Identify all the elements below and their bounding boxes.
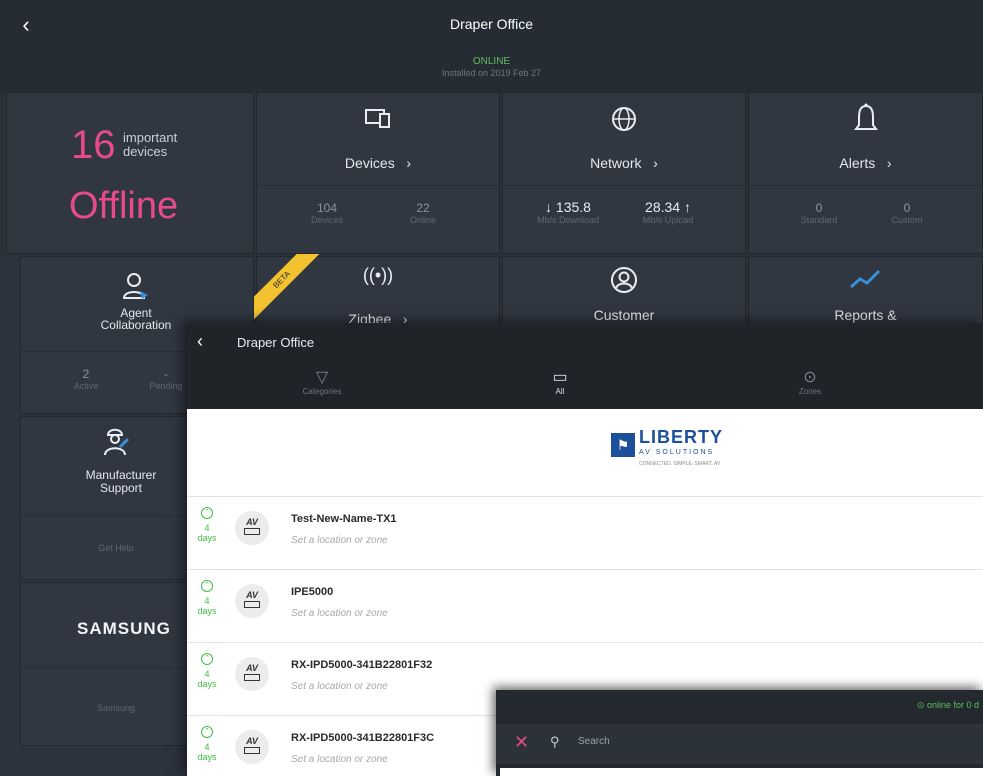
agent-pending: - Pending [149, 367, 183, 391]
av-device-icon: AV [235, 584, 269, 618]
device-name: Test-New-Name-TX1 [291, 513, 397, 525]
alerts-label: Alerts › [839, 155, 892, 171]
tab-all[interactable]: ▭ All [515, 367, 605, 396]
search-bar[interactable]: ✕ ⚲ Search [496, 724, 983, 764]
device-name: RX-IPD5000-341B22801F32 [291, 659, 433, 671]
samsung-tile[interactable]: SAMSUNG Samsung [20, 582, 190, 746]
uptime-badge: ⌃ 4 days [197, 726, 217, 762]
online-icon: ⌃ [201, 507, 213, 519]
liberty-logo: ⚑ LIBERTY AV SOLUTIONS [611, 428, 723, 461]
tab-zones[interactable]: ⊙ Zones [765, 367, 855, 396]
network-download: ↓ 135.8 Mb/s Download [536, 199, 600, 225]
search-panel: ⊙ online for 0 d ✕ ⚲ Search [496, 690, 983, 776]
search-icon: ⚲ [550, 734, 560, 749]
search-results-area [500, 768, 983, 776]
page-title: Draper Office [450, 16, 533, 32]
network-tile[interactable]: Network › ↓ 135.8 Mb/s Download 28.34 ↑ Mb… [502, 92, 746, 254]
offline-state: Offline [69, 185, 179, 227]
offline-summary-tile[interactable]: 16 important devices Offline [6, 92, 254, 254]
offline-count-label: important devices [123, 131, 177, 159]
technician-icon [91, 425, 141, 464]
uptime-badge: ⌃ 4 days [197, 507, 217, 543]
tab-categories[interactable]: ▽ Categories [277, 367, 367, 396]
bell-icon [749, 103, 982, 142]
agent-icon [101, 271, 171, 308]
av-device-icon: AV [235, 511, 269, 545]
panel-back-button[interactable]: ‹ [197, 331, 203, 352]
device-panel-header: ‹ Draper Office ▽ Categories ▭ All ⊙ Zones [187, 323, 983, 409]
devices-label: Devices › [344, 155, 412, 171]
uptime-badge: ⌃ 4 days [197, 653, 217, 689]
list-item[interactable]: ⌃ 4 days AV Test-New-Name-TX1 Set a locati… [187, 497, 983, 570]
network-label: Network › [590, 155, 658, 171]
devices-total: 104 Devices [310, 201, 343, 225]
reports-label: Reports & [834, 307, 897, 323]
count-label-line1: important [123, 130, 178, 145]
online-icon: ⌃ [201, 653, 213, 665]
installed-date: Installed on 2019 Feb 27 [441, 68, 542, 78]
brand-banner: ⚑ LIBERTY AV SOLUTIONS CONNECTED. SIMPLE.… [187, 409, 983, 497]
brand-tagline: CONNECTED. SIMPLE. SMART. AV [639, 461, 721, 467]
panel-title: Draper Office [237, 335, 315, 350]
zone-icon: ⊙ [803, 369, 817, 386]
samsung-logo: SAMSUNG [77, 619, 171, 638]
online-icon: ⌃ [201, 726, 213, 738]
close-icon[interactable]: ✕ [514, 732, 529, 753]
network-upload: 28.34 ↑ Mb/s Upload [642, 199, 694, 225]
device-location[interactable]: Set a location or zone [291, 535, 388, 546]
offline-count: 16 [71, 123, 116, 167]
manufacturer-label: Manufacturer Support [85, 468, 157, 495]
chart-icon [749, 267, 982, 298]
search-input[interactable]: Search [578, 736, 610, 747]
filter-icon: ▽ [315, 369, 329, 386]
device-name: IPE5000 [291, 586, 334, 598]
device-location[interactable]: Set a location or zone [291, 608, 388, 619]
agent-active: 2 Active [73, 367, 99, 391]
uptime-badge: ⌃ 4 days [197, 580, 217, 616]
top-bar: ‹ Draper Office ONLINE Installed on 2019… [0, 0, 983, 92]
customer-tile[interactable]: Customer [502, 256, 746, 326]
customer-label: Customer [593, 307, 655, 323]
count-label-line2: devices [123, 144, 168, 159]
runner-icon: ⚑ [611, 433, 635, 457]
alerts-custom: 0 Custom [891, 201, 923, 225]
av-device-icon: AV [235, 730, 269, 764]
alerts-standard: 0 Standard [800, 201, 838, 225]
manufacturer-support-tile[interactable]: Manufacturer Support Get Help [20, 416, 190, 580]
av-device-icon: AV [235, 657, 269, 691]
device-name: RX-IPD5000-341B22801F3C [291, 732, 435, 744]
list-item[interactable]: ⌃ 4 days AV IPE5000 Set a location or zone [187, 570, 983, 643]
chevron-left-icon: ‹ [197, 331, 203, 351]
devices-online: 22 Online [409, 201, 436, 225]
device-location[interactable]: Set a location or zone [291, 754, 388, 765]
online-icon: ⌃ [201, 580, 213, 592]
devices-icon [257, 107, 499, 138]
samsung-label: Samsung [96, 703, 136, 713]
online-duration: ⊙ online for 0 d [916, 700, 979, 710]
devices-tile[interactable]: Devices › 104 Devices 22 Online [256, 92, 500, 254]
alerts-tile[interactable]: Alerts › 0 Standard 0 Custom [748, 92, 983, 254]
get-help-link[interactable]: Get Help [81, 543, 151, 553]
globe-icon [503, 105, 745, 140]
device-location[interactable]: Set a location or zone [291, 681, 388, 692]
beta-badge: BETA [254, 254, 324, 324]
reports-tile[interactable]: Reports & [748, 256, 983, 326]
online-status: ONLINE [472, 56, 511, 67]
agent-label: Agent Collaboration [100, 306, 172, 332]
devices-icon: ▭ [552, 369, 568, 386]
customer-icon [503, 265, 745, 302]
